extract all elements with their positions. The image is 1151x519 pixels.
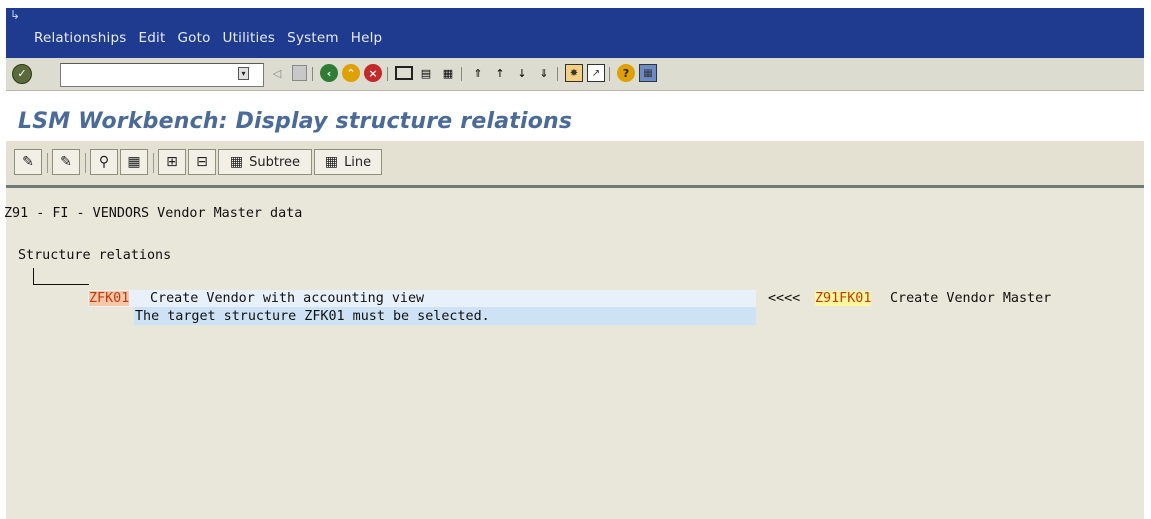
line-label: Line [344,154,372,170]
line-icon: ▦ [324,154,339,170]
pencil-icon: ✎ [60,154,72,170]
toolbar-separator [47,153,48,173]
toolbar-separator [387,67,388,81]
menu-help[interactable]: Help [351,30,383,46]
hierarchy-icon: ▦ [127,154,141,170]
menu-goto[interactable]: Goto [177,30,210,46]
target-structure-desc: Create Vendor with accounting view [150,291,425,306]
section-title: Structure relations [18,248,172,263]
display-change-button[interactable]: ✎ [14,149,42,175]
line-button[interactable]: ▦ Line [314,149,382,175]
find-next-icon[interactable]: ▦ [439,64,457,82]
toolbar-separator [461,67,462,81]
object-line: Z91 - FI - VENDORS Vendor Master data [4,206,303,221]
menu-bar: ↳ Relationships Edit Goto Utilities Syst… [6,8,1144,58]
menu-list: Relationships Edit Goto Utilities System… [34,30,394,46]
collapse-button[interactable]: ⊟ [188,149,216,175]
collapse-icon: ⊟ [196,154,208,170]
cancel-icon[interactable]: × [364,64,382,82]
menu-edit[interactable]: Edit [139,30,166,46]
edit-button[interactable]: ✎ [52,149,80,175]
standard-toolbar: ✓ ▾ ◁ ‹ ⌃ × ▤ ▦ ⇑ ↑ ↓ ⇓ ✸ ↗ ? ▦ [6,58,1144,91]
target-structure-code[interactable]: ZFK01 [89,291,130,306]
magnifier-icon: ⚲ [98,154,110,170]
layout-menu-icon[interactable]: ▦ [639,64,657,82]
enter-check-icon[interactable]: ✓ [12,64,32,84]
previous-page-icon[interactable]: ↑ [491,64,509,82]
menu-utilities[interactable]: Utilities [223,30,276,46]
expand-button[interactable]: ⊞ [158,149,186,175]
zoom-button[interactable]: ⚲ [90,149,118,175]
hierarchy-button[interactable]: ▦ [120,149,148,175]
toolbar-separator [609,67,610,81]
save-icon[interactable] [290,64,308,82]
find-icon[interactable]: ▤ [417,64,435,82]
source-structure-code[interactable]: Z91FK01 [815,291,872,306]
expand-icon: ⊞ [166,154,178,170]
toolbar-separator [153,153,154,173]
selection-message: The target structure ZFK01 must be selec… [135,309,490,324]
next-page-icon[interactable]: ↓ [513,64,531,82]
help-icon[interactable]: ? [617,64,635,82]
application-toolbar: ✎ ✎ ⚲ ▦ ⊞ ⊟ ▦ Subtree ▦ Line [6,141,1144,188]
command-field[interactable] [60,63,264,87]
content-area: Z91 - FI - VENDORS Vendor Master data St… [4,188,1144,519]
back-arrow-icon[interactable]: ◁ [268,64,286,82]
create-session-icon[interactable]: ✸ [565,64,583,82]
system-menu-icon[interactable]: ↳ [10,8,20,22]
sap-window: ↳ Relationships Edit Goto Utilities Syst… [0,0,1151,519]
first-page-icon[interactable]: ⇑ [469,64,487,82]
relation-arrow: <<<< [768,291,801,306]
shortcut-icon[interactable]: ↗ [587,64,605,82]
glasses-pencil-icon: ✎ [22,154,34,170]
command-history-icon[interactable]: ▾ [238,67,249,80]
toolbar-separator [312,67,313,81]
print-icon[interactable] [395,64,413,82]
menu-relationships[interactable]: Relationships [34,30,127,46]
source-structure-desc: Create Vendor Master [890,291,1052,306]
title-bar: LSM Workbench: Display structure relatio… [6,91,1144,141]
subtree-label: Subtree [249,154,301,170]
last-page-icon[interactable]: ⇓ [535,64,553,82]
exit-icon[interactable]: ⌃ [342,64,360,82]
subtree-icon: ▦ [229,154,244,170]
toolbar-separator [557,67,558,81]
page-title: LSM Workbench: Display structure relatio… [18,109,573,134]
tree-connector [33,268,89,285]
toolbar-separator [85,153,86,173]
back-icon[interactable]: ‹ [320,64,338,82]
subtree-button[interactable]: ▦ Subtree [218,149,312,175]
menu-system[interactable]: System [287,30,339,46]
